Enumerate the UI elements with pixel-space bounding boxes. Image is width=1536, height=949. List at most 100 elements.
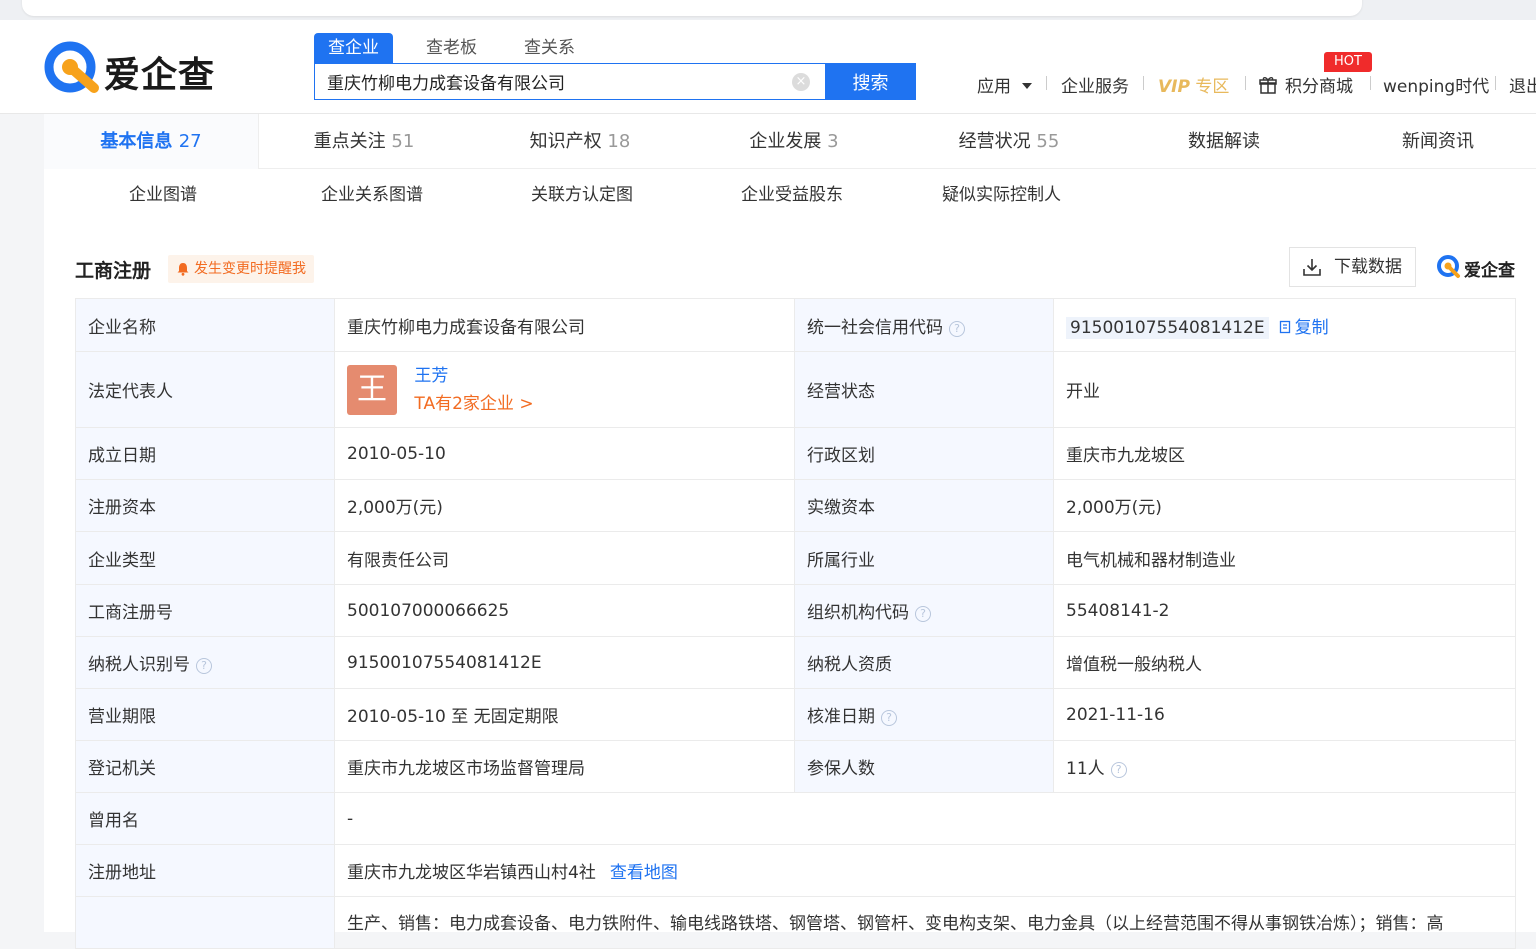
table-row: 纳税人识别号? 91500107554081412E 纳税人资质 增值税一般纳税… [75,636,1516,689]
tab-ip[interactable]: 知识产权 18 [510,114,650,169]
nav-divider [1143,76,1144,90]
nav-logout[interactable]: 退出 [1509,72,1536,97]
field-value: 91500107554081412E 复制 [1053,298,1516,352]
field-label: 经营状态 [794,351,1054,428]
tab-count: 55 [1036,131,1060,152]
site-header: 爱企查 查企业 查老板 查关系 × 搜索 HOT 应用 企业服务 VIP 专区 [0,20,1536,114]
download-label: 下载数据 [1334,257,1402,277]
tab-label: 知识产权 [529,131,602,152]
tab-label: 新闻资讯 [1402,131,1474,152]
tab-key-focus[interactable]: 重点关注 51 [294,114,434,169]
help-icon[interactable]: ? [881,710,897,726]
download-data-button[interactable]: 下载数据 [1289,247,1416,287]
field-label: 注册地址 [75,844,335,897]
table-row: 成立日期 2010-05-10 行政区划 重庆市九龙坡区 [75,427,1516,480]
tab-development[interactable]: 企业发展 3 [724,114,864,169]
tab-data-insight[interactable]: 数据解读 [1154,114,1294,169]
field-label: 核准日期? [794,688,1054,741]
business-scope-value: 生产、销售：电力成套设备、电力铁附件、输电线路铁塔、钢管塔、钢管杆、变电构支架、… [334,896,1516,949]
industry-value: 电气机械和器材制造业 [1053,531,1516,585]
copy-icon [1279,320,1290,333]
field-label: 行政区划 [794,427,1054,480]
field-value: 重庆市九龙坡区华岩镇西山村4社 查看地图 [334,844,1516,897]
nav-divider [1370,76,1371,90]
search-tab-boss[interactable]: 查老板 [412,33,491,63]
field-label: 企业类型 [75,531,335,585]
nav-divider [1495,76,1496,90]
view-map-link[interactable]: 查看地图 [610,863,678,883]
field-label: 实缴资本 [794,479,1054,532]
field-label: 工商注册号 [75,584,335,637]
nav-enterprise-service[interactable]: 企业服务 [1061,72,1129,97]
tab-news[interactable]: 新闻资讯 [1368,114,1508,169]
nav-user[interactable]: wenping时代 [1383,72,1489,97]
field-value: 11人? [1053,740,1516,793]
credit-code-label: 统一社会信用代码 [807,317,943,338]
search-tab-relation[interactable]: 查关系 [510,33,589,63]
field-label: 营业期限 [75,688,335,741]
nav-points-mall[interactable]: 积分商城 [1259,72,1353,97]
tax-id-value: 91500107554081412E [334,636,795,689]
field-label: 企业名称 [75,298,335,352]
region-value: 重庆市九龙坡区 [1053,427,1516,480]
nav-app[interactable]: 应用 [977,72,1033,97]
insured-value: 11人 [1066,759,1105,779]
tab-count: 27 [178,131,202,152]
table-row: 营业期限 2010-05-10 至 无固定期限 核准日期? 2021-11-16 [75,688,1516,741]
org-code-label: 组织机构代码 [807,603,909,623]
tab-label: 重点关注 [313,131,386,152]
tab-count: 3 [827,131,839,152]
help-icon[interactable]: ? [1110,762,1127,778]
business-registration-table: 企业名称 重庆竹柳电力成套设备有限公司 统一社会信用代码? 9150010755… [75,298,1516,949]
tab-label: 经营状况 [958,131,1031,152]
legal-rep-value: 王 王芳 TA有2家企业 > [334,351,795,428]
reg-capital-value: 2,000万(元) [334,479,795,532]
detail-tabs: 基本信息 27 重点关注 51 知识产权 18 企业发展 3 经营状况 55 数… [44,114,1536,169]
former-name-value: - [334,792,1516,845]
subtab-related-party[interactable]: 关联方认定图 [531,180,633,205]
hot-badge: HOT [1324,52,1372,72]
tax-qual-value: 增值税一般纳税人 [1053,636,1516,689]
subtab-beneficial-owner[interactable]: 企业受益股东 [741,180,843,205]
field-label: 纳税人资质 [794,636,1054,689]
legal-rep-name-link[interactable]: 王芳 [414,362,533,390]
address-bar[interactable] [22,0,1362,16]
browser-top-strip [0,0,1536,20]
table-row: 登记机关 重庆市九龙坡区市场监督管理局 参保人数 11人? [75,740,1516,793]
help-icon[interactable]: ? [949,320,965,337]
tab-operation[interactable]: 经营状况 55 [939,114,1079,169]
vip-label: VIP [1158,77,1190,97]
subtab-actual-controller[interactable]: 疑似实际控制人 [942,180,1061,205]
points-mall-label: 积分商城 [1285,77,1353,97]
vip-zone-label: 专区 [1195,77,1230,97]
change-reminder-button[interactable]: 发生变更时提醒我 [168,255,314,283]
reg-no-value: 500107000066625 [334,584,795,637]
search-tab-company[interactable]: 查企业 [314,33,393,63]
bell-icon [177,263,189,276]
field-label: 登记机关 [75,740,335,793]
paid-capital-value: 2,000万(元) [1053,479,1516,532]
field-label: 统一社会信用代码? [794,298,1054,352]
field-label: 曾用名 [75,792,335,845]
found-date-value: 2010-05-10 [334,427,795,480]
copy-button[interactable]: 复制 [1279,318,1329,338]
legal-rep-companies-link[interactable]: TA有2家企业 > [414,390,533,418]
subtab-relation-graph[interactable]: 企业关系图谱 [321,180,423,205]
copy-label: 复制 [1294,317,1329,338]
table-row: 企业类型 有限责任公司 所属行业 电气机械和器材制造业 [75,531,1516,585]
table-row: 注册资本 2,000万(元) 实缴资本 2,000万(元) [75,479,1516,532]
help-icon[interactable]: ? [915,606,931,622]
field-label: 纳税人识别号? [75,636,335,689]
gift-icon [1259,77,1277,94]
help-icon[interactable]: ? [196,658,212,674]
nav-divider [1046,76,1047,90]
table-row: 曾用名 - [75,792,1516,845]
avatar[interactable]: 王 [347,364,397,415]
subtab-enterprise-graph[interactable]: 企业图谱 [129,180,197,205]
tab-basic-info[interactable]: 基本信息 27 [44,114,259,169]
table-row: 工商注册号 500107000066625 组织机构代码? 55408141-2 [75,584,1516,637]
status-value: 开业 [1053,351,1516,428]
field-label: 成立日期 [75,427,335,480]
field-label: 法定代表人 [75,351,335,428]
nav-vip-zone[interactable]: VIP 专区 [1158,72,1229,97]
